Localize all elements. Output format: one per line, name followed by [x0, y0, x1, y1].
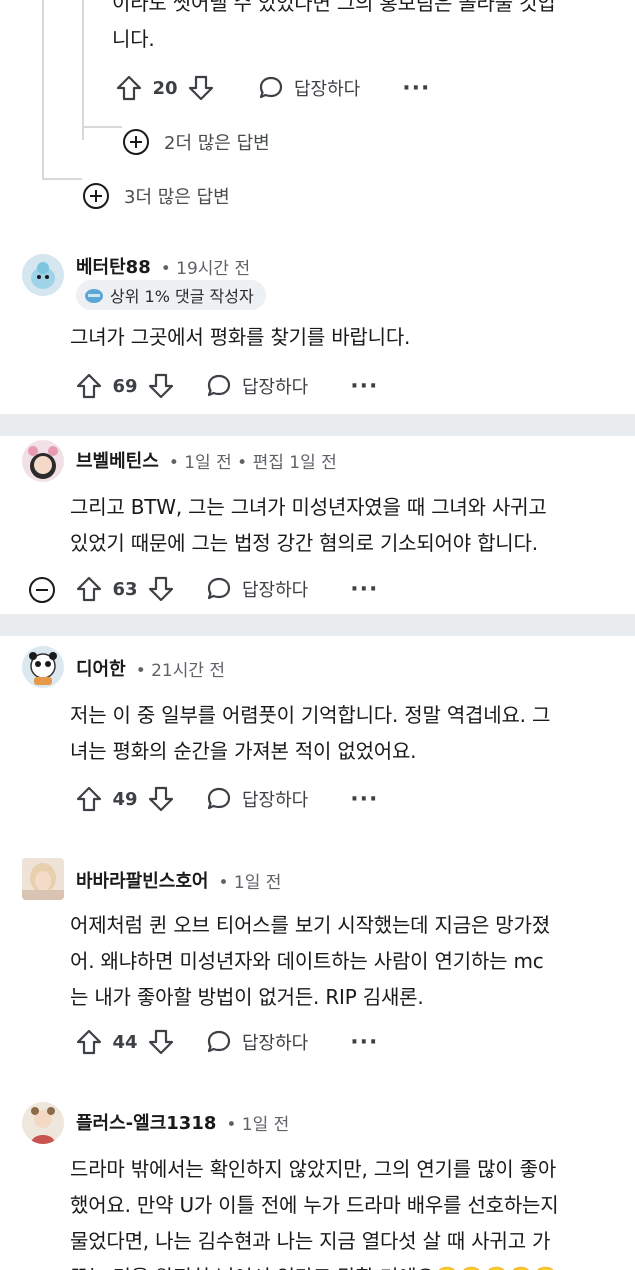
thread-line-nested-curve [82, 126, 122, 128]
comment-line: 이라도 씻어낼 수 있었다면 그의 홍보팀은 놀라울 것입 [112, 0, 556, 15]
comment-actions: 44 답장하다 ··· [74, 1024, 378, 1060]
upvote-icon[interactable] [114, 73, 144, 103]
comment-header: 브벨베틴스 • 1일 전 • 편집 1일 전 [76, 447, 337, 473]
comment-meta: • 19시간 전 [160, 258, 251, 279]
more-replies-nested[interactable]: 2더 많은 답변 [122, 128, 270, 156]
username[interactable]: 브벨베틴스 [76, 447, 159, 473]
upvote-icon[interactable] [74, 1027, 104, 1057]
comment-actions: 20 답장하다 ··· [114, 70, 430, 106]
badge-icon [85, 289, 103, 303]
comment-header: 플러스-엘크1318 • 1일 전 [76, 1109, 290, 1135]
more-replies-label: 3더 많은 답변 [124, 187, 230, 208]
comment-line: 드라마 밖에서는 확인하지 않았지만, 그의 연기를 많이 좋아 [70, 1157, 557, 1181]
comment-body: 어제처럼 퀸 오브 티어스를 보기 시작했는데 지금은 망가졌 어. 왜냐하면 … [70, 908, 620, 1014]
upvote-count: 63 [112, 578, 138, 600]
comment-actions: 49 답장하다 ··· [74, 781, 378, 817]
upvote-count: 44 [112, 1031, 138, 1053]
more-replies-outer[interactable]: 3더 많은 답변 [82, 182, 230, 210]
comment-line: 녀는 평화의 순간을 가져본 적이 없었어요. [70, 739, 417, 763]
comment-line: 니다. [112, 27, 155, 51]
comment-meta: • 21시간 전 [135, 660, 226, 681]
upvote-icon[interactable] [74, 784, 104, 814]
downvote-icon[interactable] [146, 371, 176, 401]
comment-line: 그녀가 그곳에서 평화를 찾기를 바랍니다. [70, 325, 411, 349]
comment-line: 그리고 BTW, 그는 그녀가 미성년자였을 때 그녀와 사귀고 [70, 495, 547, 519]
thread-line-reply-branch [82, 128, 84, 140]
downvote-icon[interactable] [146, 574, 176, 604]
comment-line: 는 내가 좋아할 방법이 없거든. RIP 김새론. [70, 985, 424, 1009]
chat-bubble-icon [207, 787, 231, 810]
upvote-count: 49 [112, 788, 138, 810]
reply-button[interactable]: 답장하다 [204, 574, 308, 604]
reply-label: 답장하다 [242, 790, 309, 811]
username[interactable]: 베터탄88 [76, 253, 151, 279]
comment-line: 물었다면, 나는 김수현과 나는 지금 열다섯 살 때 사귀고 가 [70, 1229, 551, 1253]
username[interactable]: 디어한 [76, 655, 126, 681]
comment-body: 그리고 BTW, 그는 그녀가 미성년자였을 때 그녀와 사귀고 있었기 때문에… [70, 490, 620, 560]
comment-meta: • 1일 전 • 편집 1일 전 [168, 452, 337, 473]
badge-label: 상위 1% 댓글 작성자 [110, 287, 254, 306]
avatar[interactable] [22, 858, 64, 900]
thread-line-outer [42, 0, 44, 180]
reply-button[interactable]: 답장하다 [204, 784, 308, 814]
avatar[interactable] [22, 254, 64, 296]
more-options-icon[interactable]: ··· [350, 577, 378, 602]
comment-line: 어. 왜냐하면 미성년자와 데이트하는 사람이 연기하는 mc [70, 949, 544, 973]
downvote-icon[interactable] [146, 784, 176, 814]
comment-actions: 69 답장하다 ··· [74, 368, 378, 404]
more-options-icon[interactable]: ··· [350, 787, 378, 812]
thread-line-nested [82, 0, 84, 128]
more-options-icon[interactable]: ··· [350, 374, 378, 399]
chat-bubble-icon [207, 577, 231, 600]
username[interactable]: 바바라팔빈스호어 [76, 867, 208, 893]
plus-circle-icon [123, 129, 149, 155]
comment-header: 바바라팔빈스호어 • 1일 전 [76, 867, 282, 893]
reply-label: 답장하다 [294, 79, 361, 100]
comment-line: 있었기 때문에 그는 법정 강간 혐의로 기소되어야 합니다. [70, 531, 538, 555]
avatar[interactable] [22, 440, 64, 482]
comment-body: 드라마 밖에서는 확인하지 않았지만, 그의 연기를 많이 좋아 했어요. 만약… [70, 1152, 625, 1270]
reply-button[interactable]: 답장하다 [204, 371, 308, 401]
downvote-icon[interactable] [186, 73, 216, 103]
upvote-count: 20 [152, 77, 178, 99]
reply-label: 답장하다 [242, 580, 309, 601]
comment-header: 베터탄88 • 19시간 전 [76, 253, 251, 279]
more-options-icon[interactable]: ··· [402, 76, 430, 101]
upvote-icon[interactable] [74, 371, 104, 401]
comment-line: 어제처럼 퀸 오브 티어스를 보기 시작했는데 지금은 망가졌 [70, 913, 550, 937]
comment-body: 저는 이 중 일부를 어렴풋이 기억합니다. 정말 역겹네요. 그 녀는 평화의… [70, 698, 620, 768]
more-options-icon[interactable]: ··· [350, 1030, 378, 1055]
reply-label: 답장하다 [242, 377, 309, 398]
upvote-icon[interactable] [74, 574, 104, 604]
username[interactable]: 플러스-엘크1318 [76, 1109, 216, 1135]
chat-bubble-icon [259, 76, 283, 99]
plus-circle-icon [83, 183, 109, 209]
section-divider [0, 414, 635, 436]
downvote-icon[interactable] [146, 1027, 176, 1057]
comment-meta: • 1일 전 [226, 1114, 290, 1135]
chat-bubble-icon [207, 374, 231, 397]
chat-bubble-icon [207, 1030, 231, 1053]
reply-button[interactable]: 답장하다 [256, 73, 360, 103]
reply-button[interactable]: 답장하다 [204, 1027, 308, 1057]
avatar[interactable] [22, 646, 64, 688]
reply-label: 답장하다 [242, 1033, 309, 1054]
section-divider [0, 614, 635, 636]
collapse-thread-icon[interactable] [28, 576, 56, 604]
comment-meta: • 1일 전 [218, 872, 282, 893]
comment-line: 저는 이 중 일부를 어렴풋이 기억합니다. 정말 역겹네요. 그 [70, 703, 551, 727]
comment-actions: 63 답장하다 ··· [74, 571, 378, 607]
comment-line: 했어요. 만약 U가 이틀 전에 누가 드라마 배우를 선호하는지 [70, 1193, 559, 1217]
comment-header: 디어한 • 21시간 전 [76, 655, 226, 681]
more-replies-label: 2더 많은 답변 [164, 133, 270, 154]
top-commenter-badge: 상위 1% 댓글 작성자 [76, 280, 266, 310]
thread-line-outer-curve [42, 178, 82, 180]
comment-body: 이라도 씻어낼 수 있었다면 그의 홍보팀은 놀라울 것입 니다. [112, 0, 622, 56]
comment-body: 그녀가 그곳에서 평화를 찾기를 바랍니다. [70, 320, 610, 354]
comment-line: 꾸는 것을 완전히 넘어서 있다고 말할 거예요🤮🤮🤮🤮🤮 [70, 1260, 625, 1270]
avatar[interactable] [22, 1102, 64, 1144]
upvote-count: 69 [112, 375, 138, 397]
